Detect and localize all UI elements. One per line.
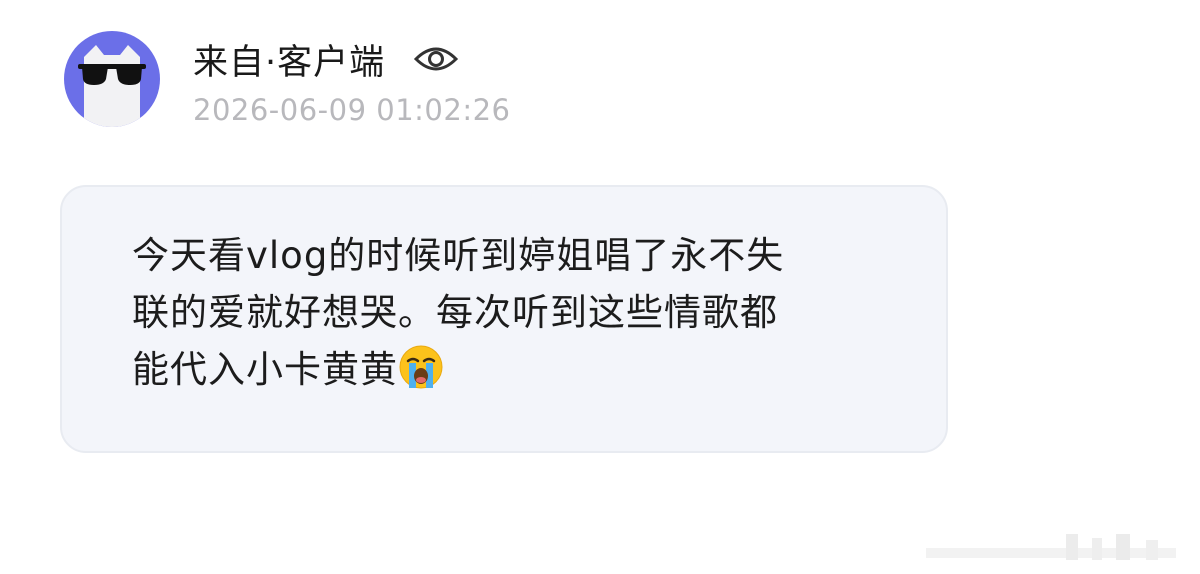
watermark: [926, 534, 1176, 560]
message-line: 联的爱就好想哭。每次听到这些情歌都: [132, 291, 778, 334]
post-header: 来自·客户端: [193, 34, 459, 85]
eye-icon[interactable]: [413, 42, 459, 76]
avatar[interactable]: [64, 31, 160, 127]
message-line: 能代入小卡黄黄: [132, 348, 398, 391]
message-line: 今天看vlog的时候听到婷姐唱了永不失: [132, 234, 785, 277]
sender-name[interactable]: 来自·客户端: [193, 34, 385, 85]
cat-sunglasses-avatar-icon: [64, 31, 160, 127]
message-bubble: 今天看vlog的时候听到婷姐唱了永不失 联的爱就好想哭。每次听到这些情歌都 能代…: [60, 185, 948, 453]
post-timestamp: 2026-06-09 01:02:26: [193, 93, 511, 127]
message-text: 今天看vlog的时候听到婷姐唱了永不失 联的爱就好想哭。每次听到这些情歌都 能代…: [132, 227, 892, 398]
crying-face-icon: [398, 344, 444, 390]
